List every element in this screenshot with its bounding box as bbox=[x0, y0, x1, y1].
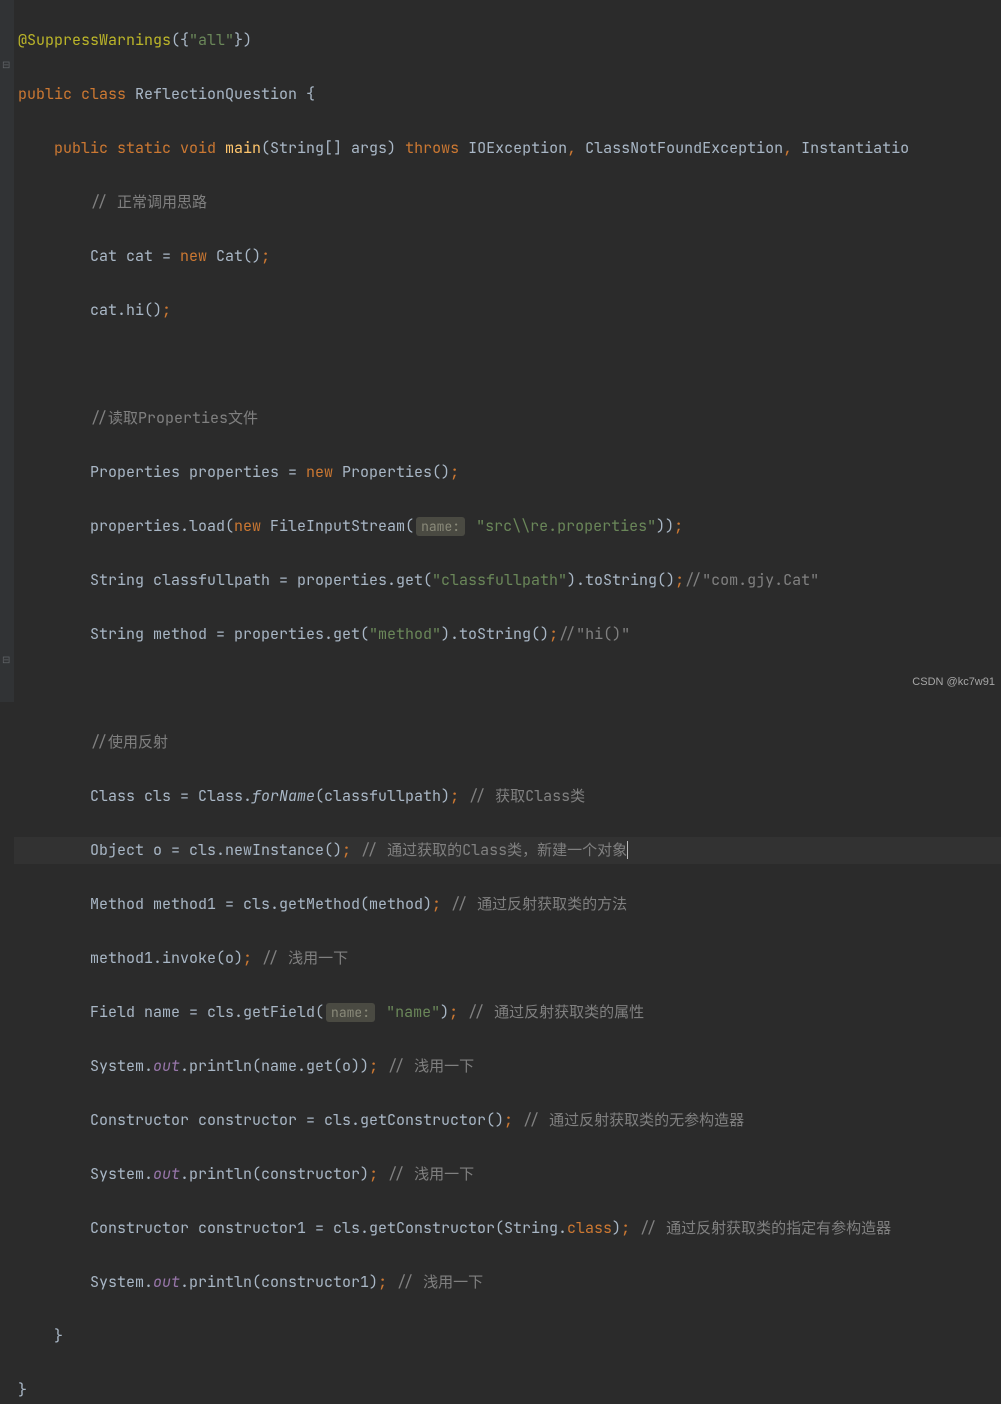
code-line[interactable]: System.out.println(constructor1); // 浅用一… bbox=[14, 1269, 1001, 1296]
annotation: @SuppressWarnings bbox=[18, 30, 171, 50]
code-line[interactable]: method1.invoke(o); // 浅用一下 bbox=[14, 945, 1001, 972]
code-line[interactable]: System.out.println(name.get(o)); // 浅用一下 bbox=[14, 1053, 1001, 1080]
code-line[interactable]: public class ReflectionQuestion { bbox=[14, 81, 1001, 108]
code-line[interactable]: Class cls = Class.forName(classfullpath)… bbox=[14, 783, 1001, 810]
gutter-fold-icon[interactable]: ⊟ bbox=[2, 655, 12, 665]
code-line[interactable]: Field name = cls.getField(name: "name");… bbox=[14, 999, 1001, 1026]
code-line[interactable]: Constructor constructor = cls.getConstru… bbox=[14, 1107, 1001, 1134]
code-line[interactable]: System.out.println(constructor); // 浅用一下 bbox=[14, 1161, 1001, 1188]
watermark: CSDN @kc7w91 bbox=[912, 669, 995, 696]
code-line[interactable]: //读取Properties文件 bbox=[14, 405, 1001, 432]
editor-gutter: ⊟ ⊟ bbox=[0, 0, 14, 702]
code-line[interactable]: String method = properties.get("method")… bbox=[14, 621, 1001, 648]
code-line[interactable]: Properties properties = new Properties()… bbox=[14, 459, 1001, 486]
code-line[interactable] bbox=[14, 351, 1001, 378]
parameter-hint: name: bbox=[326, 1003, 375, 1022]
code-line[interactable]: public static void main(String[] args) t… bbox=[14, 135, 1001, 162]
text-caret bbox=[627, 841, 628, 859]
gutter-fold-icon[interactable]: ⊟ bbox=[2, 60, 12, 70]
code-editor[interactable]: @SuppressWarnings({"all"}) public class … bbox=[14, 0, 1001, 1404]
code-line-current[interactable]: Object o = cls.newInstance(); // 通过获取的Cl… bbox=[14, 837, 1001, 864]
code-line[interactable]: Method method1 = cls.getMethod(method); … bbox=[14, 891, 1001, 918]
code-line[interactable]: Cat cat = new Cat(); bbox=[14, 243, 1001, 270]
code-line[interactable]: } bbox=[14, 1377, 1001, 1404]
code-line[interactable]: String classfullpath = properties.get("c… bbox=[14, 567, 1001, 594]
code-line[interactable]: Constructor constructor1 = cls.getConstr… bbox=[14, 1215, 1001, 1242]
code-line[interactable]: //使用反射 bbox=[14, 729, 1001, 756]
code-line[interactable]: properties.load(new FileInputStream(name… bbox=[14, 513, 1001, 540]
parameter-hint: name: bbox=[416, 517, 465, 536]
code-line[interactable] bbox=[14, 675, 1001, 702]
code-line[interactable]: @SuppressWarnings({"all"}) bbox=[14, 27, 1001, 54]
code-line[interactable]: cat.hi(); bbox=[14, 297, 1001, 324]
code-line[interactable]: } bbox=[14, 1323, 1001, 1350]
code-line[interactable]: // 正常调用思路 bbox=[14, 189, 1001, 216]
